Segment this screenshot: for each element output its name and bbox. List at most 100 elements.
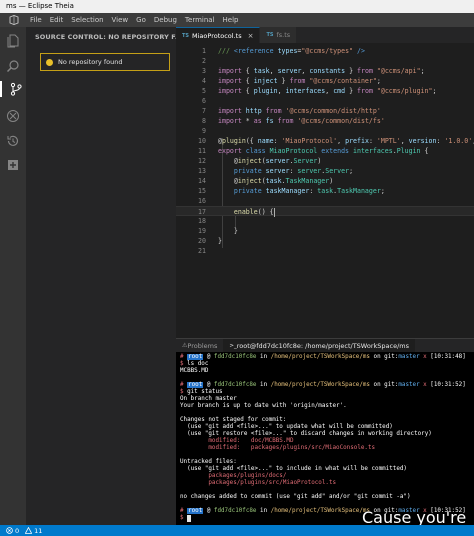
line-number: 5: [202, 87, 206, 95]
line-number: 20: [198, 237, 206, 245]
terminal-line: Changes not staged for commit:: [180, 417, 286, 424]
terminal-token: in: [256, 382, 271, 388]
code-text: }: [218, 236, 222, 246]
code-token: Plugin: [396, 147, 421, 155]
code-text: @plugin({ name: 'MiaoProtocol', prefix: …: [218, 136, 474, 146]
code-line: 13 private server: server.Server;: [176, 166, 474, 176]
code-token: ): [329, 177, 334, 185]
warning-dot-icon: [46, 58, 53, 66]
code-line: 6: [176, 96, 474, 106]
code-token: :: [368, 137, 377, 145]
line-number: 2: [202, 57, 206, 65]
code-token: *: [241, 117, 254, 125]
code-line: 8 import * as fs from '@ccms/common/dist/…: [176, 116, 474, 126]
terminal-line: MCBBS.MD: [180, 368, 208, 375]
terminal-token: (use "git restore <file>..." to discard …: [180, 431, 432, 437]
tab-problems[interactable]: ⚠ Problems: [176, 339, 223, 352]
code-token: "@ccms/api": [372, 67, 421, 75]
terminal-token: Your branch is up to date with 'origin/m…: [180, 403, 347, 409]
code-line: 9: [176, 126, 474, 136]
warnings-status[interactable]: 11: [25, 527, 42, 535]
code-token: ;: [432, 87, 437, 95]
code-token: <reference: [233, 47, 274, 55]
terminal-token: modified: doc/MCBBS.MD: [180, 438, 294, 444]
user-badge: root: [187, 354, 204, 360]
code-line: 7 import http from '@ccms/common/dist/htt…: [176, 106, 474, 116]
errors-status[interactable]: 0: [6, 527, 19, 535]
explorer-icon[interactable]: [5, 33, 21, 49]
code-token: enable: [233, 208, 258, 216]
code-token: {: [241, 67, 254, 75]
menu-item-go[interactable]: Go: [136, 16, 152, 24]
code-token: {: [241, 87, 254, 95]
terminal-line: $ git status: [180, 389, 223, 396]
code-line: 16: [176, 196, 474, 206]
terminal[interactable]: # root @ fdd7dc10fc8e in /home/project/T…: [176, 352, 474, 525]
terminal-line: $: [180, 515, 192, 522]
code-token: inject: [237, 157, 262, 165]
terminal-line: packages/plugins/docs/: [180, 473, 286, 480]
code-text: /// <reference types="@ccms/types" />: [218, 46, 365, 56]
code-line: 11 export class MiaoProtocol extends inte…: [176, 146, 474, 156]
terminal-token: $: [180, 515, 188, 521]
terminal-token: [10:31:48]: [426, 354, 466, 360]
editor-tab[interactable]: TS fs.ts: [260, 27, 298, 43]
code-line: 12 @inject(server.Server): [176, 156, 474, 166]
code-editor[interactable]: 1 /// <reference types="@ccms/types" /> 2 3…: [176, 43, 474, 338]
menu-item-file[interactable]: File: [30, 16, 48, 24]
code-text: }: [218, 226, 238, 236]
terminal-line: Your branch is up to date with 'origin/m…: [180, 403, 347, 410]
search-icon[interactable]: [5, 58, 21, 74]
code-token: inject: [253, 77, 278, 85]
menu-item-edit[interactable]: Edit: [50, 16, 70, 24]
terminal-token: /home/project/TSWorkSpace/ms: [270, 382, 370, 388]
code-token: server: [261, 167, 290, 175]
line-number: 12: [198, 157, 206, 165]
line-number: 19: [198, 227, 206, 235]
terminal-token: git status: [187, 389, 223, 395]
notice-text: No repository found: [58, 58, 123, 66]
line-number: 1: [202, 47, 206, 55]
source-control-icon[interactable]: [0, 81, 26, 97]
panel-tab-label: Problems: [187, 341, 218, 350]
terminal-icon: >_: [229, 342, 237, 349]
terminal-token: [10:31:52]: [426, 382, 466, 388]
terminal-token: packages/plugins/src/MiaoProtocol.ts: [180, 480, 337, 486]
code-text: import http from '@ccms/common/dist/http…: [218, 106, 381, 116]
close-icon[interactable]: ×: [248, 32, 254, 40]
code-token: export: [218, 147, 242, 155]
terminal-line: Untracked files:: [180, 459, 237, 466]
menu-item-view[interactable]: View: [112, 16, 135, 24]
editor-tab[interactable]: TS MiaoProtocol.ts ×: [176, 27, 261, 43]
tab-terminal[interactable]: >_ root@fdd7dc10fc8e: /home/project/TSWo…: [223, 339, 415, 352]
terminal-line: # root @ fdd7dc10fc8e in /home/project/T…: [180, 382, 466, 389]
history-icon[interactable]: [5, 133, 21, 149]
terminal-line: modified: packages/plugins/src/MiaoConso…: [180, 445, 375, 452]
menu-bar: File Edit Selection View Go Debug Terminal Help: [0, 13, 474, 27]
code-token: }: [345, 67, 358, 75]
error-icon: [6, 527, 13, 534]
code-line: 3 import { task, server, constants } from…: [176, 66, 474, 76]
terminal-token: in: [256, 354, 271, 360]
debug-icon[interactable]: [5, 108, 21, 124]
menu-item-help[interactable]: Help: [223, 16, 245, 24]
code-token: private: [218, 167, 262, 175]
terminal-token: master: [398, 382, 420, 388]
terminal-token: no changes added to commit (use "git add…: [180, 494, 411, 500]
terminal-token: modified: packages/plugins/src/MiaoConso…: [180, 445, 376, 451]
code-token: types: [273, 47, 298, 55]
terminal-token: (use "git add <file>..." to update what …: [180, 424, 393, 430]
extensions-icon[interactable]: [5, 157, 21, 173]
code-token: http: [241, 107, 262, 115]
menu-item-selection[interactable]: Selection: [71, 16, 109, 24]
code-token: ,: [325, 87, 334, 95]
panel-tab-label: root@fdd7dc10fc8e: /home/project/TSWorkS…: [236, 341, 409, 350]
editor-tabs: TS MiaoProtocol.ts × TS fs.ts: [176, 27, 474, 43]
menu-item-debug[interactable]: Debug: [154, 16, 183, 24]
terminal-cursor: [187, 515, 192, 522]
menu-item-terminal[interactable]: Terminal: [185, 16, 221, 24]
code-token: server: [277, 67, 302, 75]
code-token: task: [253, 67, 270, 75]
terminal-line: packages/plugins/src/MiaoProtocol.ts: [180, 480, 336, 487]
code-token: from: [357, 67, 373, 75]
